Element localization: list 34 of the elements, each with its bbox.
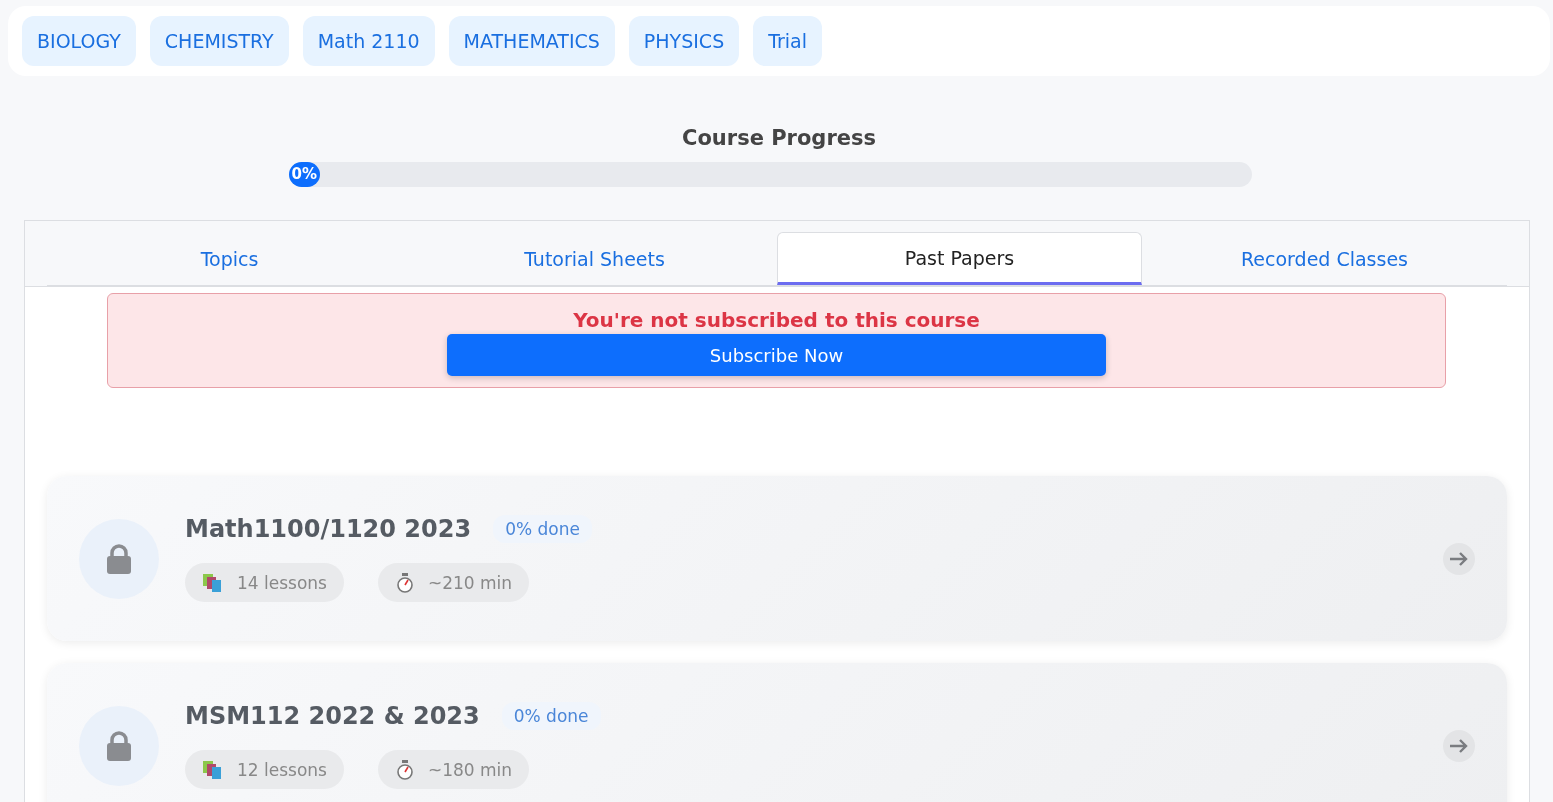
arrow-right-icon — [1449, 737, 1469, 754]
alert-message: You're not subscribed to this course — [573, 308, 980, 332]
books-icon — [203, 760, 223, 779]
arrow-right-icon — [1449, 550, 1469, 567]
subject-chip[interactable]: PHYSICS — [628, 16, 740, 66]
tab[interactable]: Topics — [47, 232, 412, 285]
open-button[interactable] — [1443, 542, 1475, 575]
subject-chip[interactable]: BIOLOGY — [22, 16, 136, 66]
progress-title: Course Progress — [682, 126, 876, 150]
paper-card[interactable]: MSM112 2022 & 2023 0% done 12 lessons ~180 min — [47, 663, 1507, 802]
subject-chip[interactable]: MATHEMATICS — [448, 16, 615, 66]
duration-text: ~210 min — [427, 572, 513, 593]
progress-badge: 0% done — [501, 702, 601, 730]
open-button[interactable] — [1443, 729, 1475, 762]
progress-badge: 0% done — [493, 515, 592, 543]
stopwatch-icon — [395, 572, 414, 593]
lock-icon — [106, 543, 132, 574]
tab[interactable]: Recorded Classes — [1142, 232, 1507, 285]
lessons-count: 14 lessons — [237, 572, 327, 593]
subject-chip[interactable]: Trial — [753, 16, 823, 66]
books-icon — [203, 573, 223, 592]
lessons-count: 12 lessons — [237, 759, 327, 780]
duration-text: ~180 min — [427, 759, 513, 780]
tab[interactable]: Past Papers — [777, 232, 1142, 285]
subscribe-button[interactable]: Subscribe Now — [447, 334, 1106, 376]
tab[interactable]: Tutorial Sheets — [412, 232, 777, 285]
stopwatch-icon — [395, 759, 414, 780]
subject-chip[interactable]: Math 2110 — [302, 16, 435, 66]
paper-title: MSM112 2022 & 2023 — [185, 702, 480, 730]
paper-card[interactable]: Math1100/1120 2023 0% done 14 lessons ~210 min — [47, 476, 1507, 641]
lock-icon — [106, 730, 132, 761]
subject-chip[interactable]: CHEMISTRY — [149, 16, 289, 66]
progress-fill: 0% — [288, 162, 320, 187]
paper-title: Math1100/1120 2023 — [185, 515, 472, 543]
